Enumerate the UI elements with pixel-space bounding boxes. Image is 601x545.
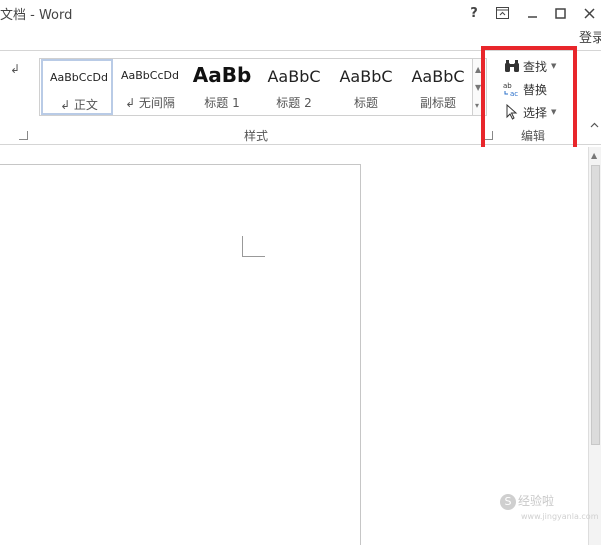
- style-preview: AaBb: [192, 63, 252, 87]
- word-window: 文档 - Word ? 登录 ↲ AaBbCcDd ↲ 正文 AaBbCcDd …: [0, 0, 601, 545]
- document-page[interactable]: [0, 164, 361, 545]
- show-paragraph-marks-button[interactable]: ↲: [10, 62, 20, 76]
- style-label: 副标题: [419, 96, 456, 110]
- watermark-text: 经验啦: [518, 494, 555, 508]
- ribbon-display-options-button[interactable]: [491, 3, 513, 23]
- minimize-button[interactable]: [521, 3, 543, 23]
- scrollbar-thumb[interactable]: [591, 165, 600, 445]
- vertical-scrollbar[interactable]: ▲: [588, 147, 601, 545]
- style-label: 标题 1: [204, 96, 240, 110]
- paragraph-dialog-launcher[interactable]: [19, 131, 28, 140]
- style-label: ↲ 无间隔: [125, 96, 175, 110]
- login-link[interactable]: 登录: [579, 27, 601, 46]
- window-title: 文档 - Word: [0, 8, 73, 23]
- watermark-logo-icon: S: [500, 494, 516, 510]
- style-heading-1[interactable]: AaBb 标题 1: [186, 59, 258, 115]
- style-label: 标题: [353, 96, 378, 110]
- close-icon: [583, 7, 595, 19]
- styles-group-label: 样式: [244, 129, 269, 143]
- chevron-up-icon: [590, 122, 599, 128]
- annotation-highlight-box: [481, 46, 577, 154]
- help-button[interactable]: ?: [463, 3, 485, 23]
- style-subtitle[interactable]: AaBbC 副标题: [402, 59, 474, 115]
- styles-gallery: AaBbCcDd ↲ 正文 AaBbCcDd ↲ 无间隔 AaBb 标题 1 A…: [39, 58, 473, 116]
- style-label: ↲ 正文: [60, 98, 98, 112]
- title-bar: 文档 - Word ?: [0, 0, 601, 28]
- text-boundary-corner-mark: [242, 236, 265, 257]
- minimize-icon: [527, 15, 537, 18]
- style-preview: AaBbCcDd: [50, 71, 108, 84]
- watermark: S 经验啦: [500, 492, 554, 510]
- style-title[interactable]: AaBbC 标题: [330, 59, 402, 115]
- scroll-up-icon[interactable]: ▲: [591, 151, 597, 160]
- style-preview: AaBbC: [267, 67, 321, 86]
- style-label: 标题 2: [276, 96, 312, 110]
- maximize-button[interactable]: [549, 3, 571, 23]
- more-icon[interactable]: ▾: [475, 101, 479, 110]
- style-preview: AaBbC: [411, 67, 465, 86]
- close-button[interactable]: [578, 3, 600, 23]
- style-normal[interactable]: AaBbCcDd ↲ 正文: [41, 59, 113, 115]
- style-no-spacing[interactable]: AaBbCcDd ↲ 无间隔: [114, 59, 186, 115]
- style-preview: AaBbCcDd: [121, 69, 179, 82]
- watermark-url: www.jingyanla.com: [521, 512, 599, 521]
- ribbon-display-options-icon: [495, 7, 509, 19]
- maximize-icon: [554, 7, 566, 19]
- style-heading-2[interactable]: AaBbC 标题 2: [258, 59, 330, 115]
- style-preview: AaBbC: [339, 67, 393, 86]
- collapse-ribbon-button[interactable]: [588, 121, 601, 143]
